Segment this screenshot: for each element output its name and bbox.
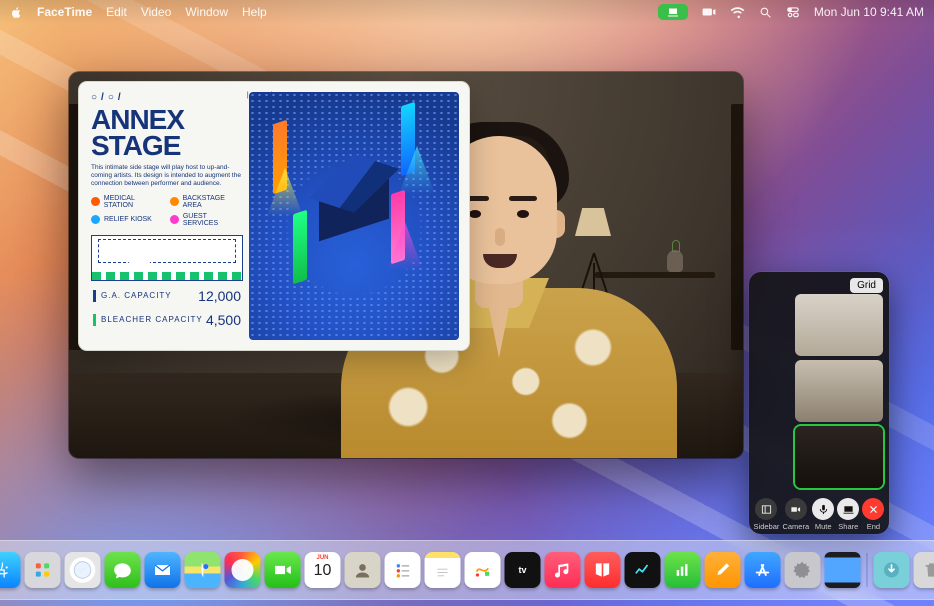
dock-app-iphone-mirroring[interactable] xyxy=(825,552,861,588)
apple-menu[interactable] xyxy=(10,6,23,19)
doc-isometric-map xyxy=(249,92,459,340)
dock-separator xyxy=(867,553,868,587)
dock-app-freeform[interactable] xyxy=(465,552,501,588)
dock-app-pages[interactable] xyxy=(705,552,741,588)
facetime-status-icon[interactable] xyxy=(702,5,716,19)
dock-app-messages[interactable] xyxy=(105,552,141,588)
doc-title-line2: STAGE xyxy=(91,133,243,159)
camera-button[interactable]: Camera xyxy=(782,498,809,531)
shared-screen-window[interactable]: ○/○/ | 01 | VENUE V2.1 ANNEX STAGE This … xyxy=(69,72,743,458)
dock-trash[interactable] xyxy=(914,552,934,588)
legend-dot-guest xyxy=(170,215,179,224)
end-call-button[interactable]: End xyxy=(862,498,884,531)
dock-app-settings[interactable] xyxy=(785,552,821,588)
dock-app-music[interactable] xyxy=(545,552,581,588)
menu-item-edit[interactable]: Edit xyxy=(106,5,127,19)
legend-dot-backstage xyxy=(170,197,179,206)
dock-app-numbers[interactable] xyxy=(665,552,701,588)
status-clock[interactable]: Mon Jun 10 9:41 AM xyxy=(814,5,924,19)
doc-stat-ga: G.A. CAPACITY 12,000 xyxy=(91,287,243,305)
doc-description: This intimate side stage will play host … xyxy=(91,164,241,188)
self-view-tile[interactable] xyxy=(795,426,883,488)
doc-stat-bleacher: BLEACHER CAPACITY 4,500 xyxy=(91,311,243,329)
mute-button[interactable]: Mute xyxy=(812,498,834,531)
shared-document: ○/○/ | 01 | VENUE V2.1 ANNEX STAGE This … xyxy=(79,82,469,350)
share-button[interactable]: Share xyxy=(837,498,859,531)
dock-app-launchpad[interactable] xyxy=(25,552,61,588)
control-center-icon[interactable] xyxy=(786,5,800,19)
dock-app-tv[interactable]: tv xyxy=(505,552,541,588)
menu-item-help[interactable]: Help xyxy=(242,5,267,19)
participant-tiles xyxy=(749,272,889,492)
facetime-panel[interactable]: Grid Sidebar Camera Mute Share xyxy=(749,272,889,534)
dock-app-appstore[interactable] xyxy=(745,552,781,588)
dock-app-safari[interactable] xyxy=(65,552,101,588)
facetime-controls: Sidebar Camera Mute Share End xyxy=(749,492,889,534)
grid-view-button[interactable]: Grid xyxy=(850,278,883,293)
doc-title-line1: ANNEX xyxy=(91,107,243,133)
doc-logo: ○/○/ xyxy=(91,92,125,103)
legend-dot-medical xyxy=(91,197,100,206)
dock-app-maps[interactable] xyxy=(185,552,221,588)
menu-item-window[interactable]: Window xyxy=(185,5,228,19)
legend-dot-relief xyxy=(91,215,100,224)
dock-app-contacts[interactable] xyxy=(345,552,381,588)
screen-sharing-status[interactable] xyxy=(658,4,688,20)
dock-app-reminders[interactable] xyxy=(385,552,421,588)
dock-app-stocks[interactable] xyxy=(625,552,661,588)
menu-item-app[interactable]: FaceTime xyxy=(37,5,92,19)
dock: JUN 10 tv xyxy=(0,540,934,600)
dock-app-finder[interactable] xyxy=(0,552,21,588)
dock-app-news[interactable] xyxy=(585,552,621,588)
dock-app-mail[interactable] xyxy=(145,552,181,588)
participant-tile-1[interactable] xyxy=(795,294,883,356)
sidebar-button[interactable]: Sidebar xyxy=(754,498,780,531)
menu-item-video[interactable]: Video xyxy=(141,5,171,19)
menu-bar: FaceTime Edit Video Window Help Mon Jun … xyxy=(0,0,934,24)
dock-app-facetime[interactable] xyxy=(265,552,301,588)
doc-legend: MEDICAL STATION BACKSTAGE AREA RELIEF KI… xyxy=(91,195,243,227)
wifi-icon[interactable] xyxy=(730,5,745,20)
dock-app-calendar[interactable]: JUN 10 xyxy=(305,552,341,588)
doc-mini-map xyxy=(91,235,243,281)
participant-tile-2[interactable] xyxy=(795,360,883,422)
spotlight-icon[interactable] xyxy=(759,6,772,19)
dock-app-photos[interactable] xyxy=(225,552,261,588)
dock-app-notes[interactable] xyxy=(425,552,461,588)
dock-downloads[interactable] xyxy=(874,552,910,588)
